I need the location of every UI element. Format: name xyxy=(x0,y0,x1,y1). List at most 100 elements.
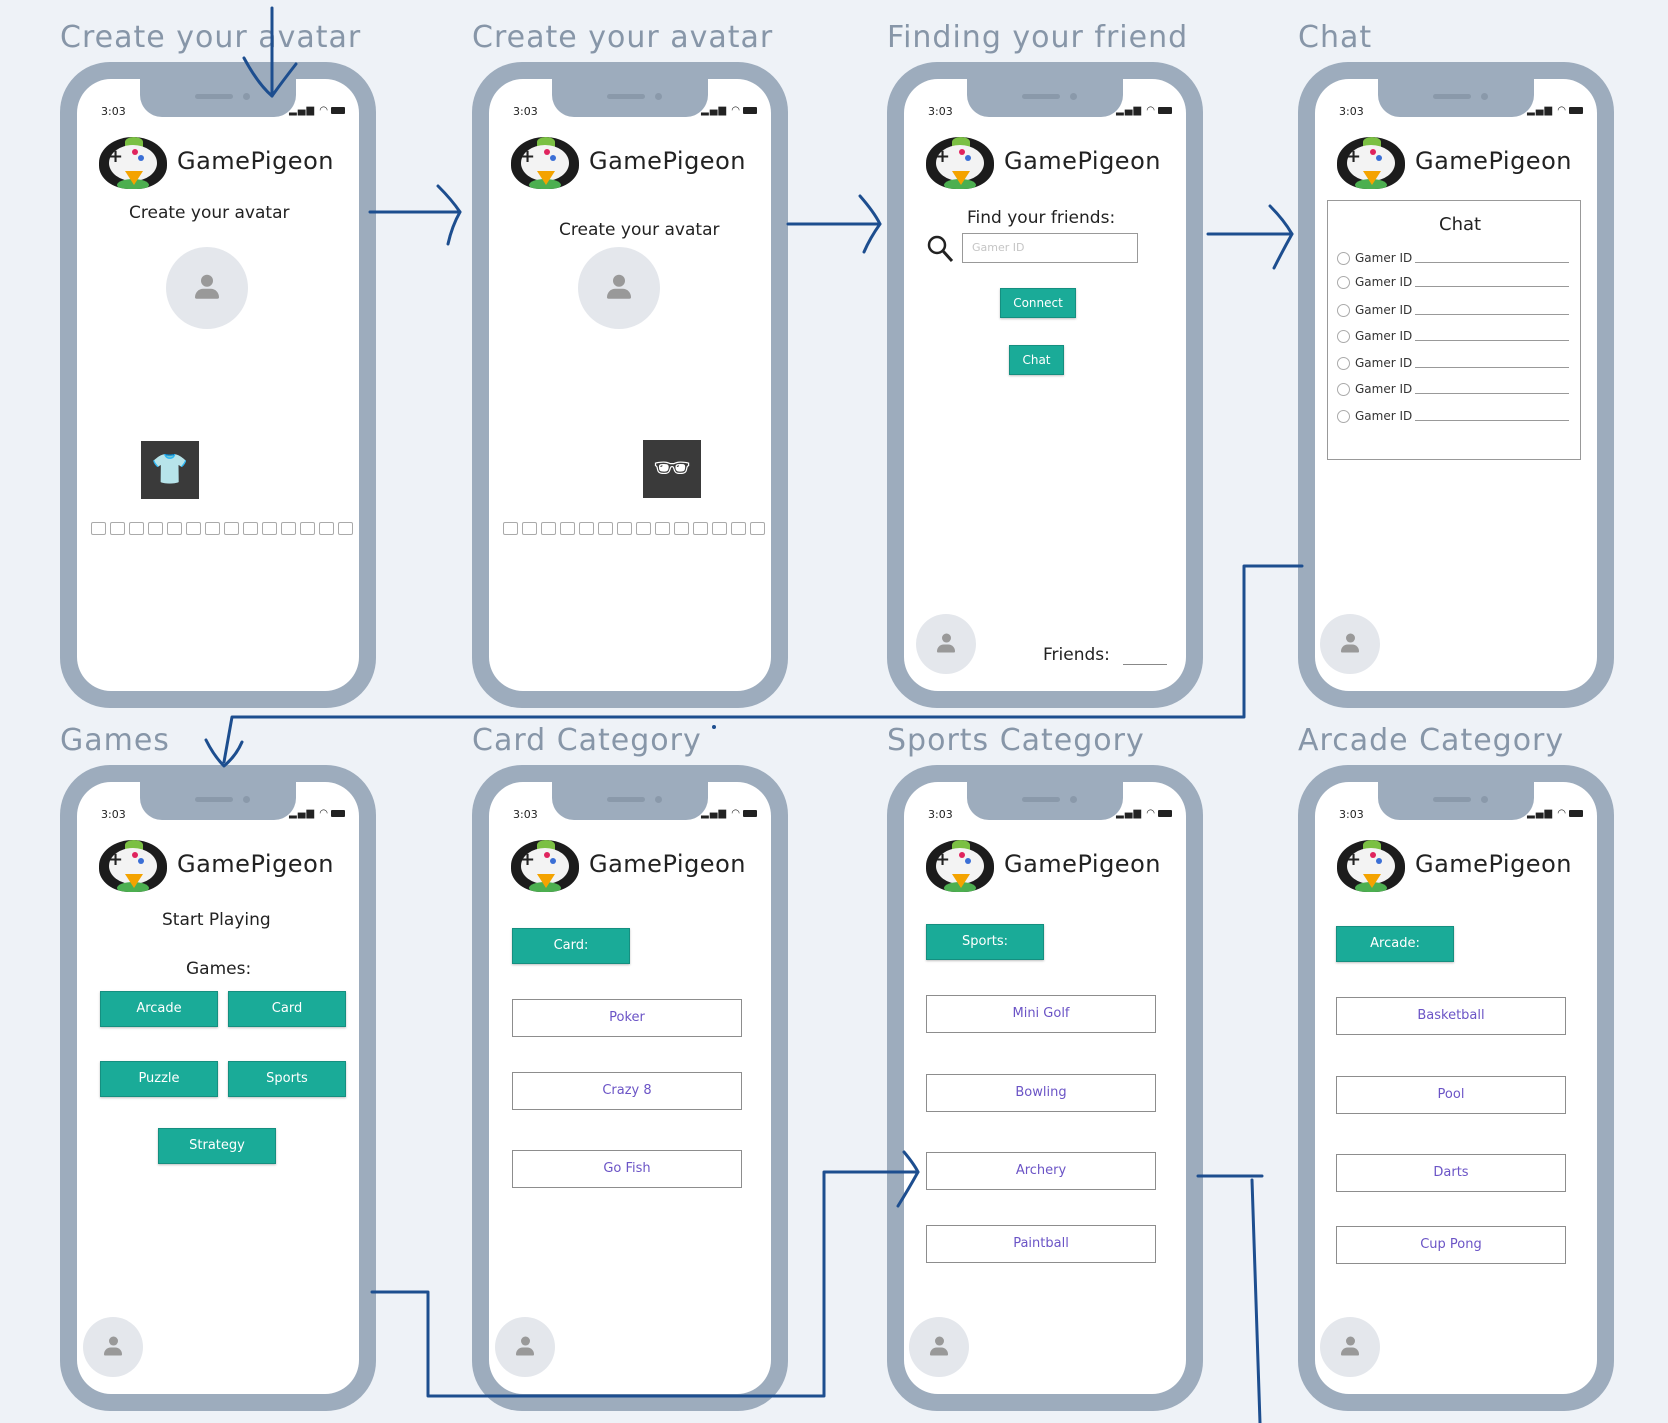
user-icon xyxy=(1341,633,1359,653)
radio-button[interactable] xyxy=(1337,383,1350,396)
stray-dot xyxy=(712,725,716,729)
color-palette[interactable] xyxy=(503,522,765,535)
start-playing-heading: Start Playing xyxy=(162,910,271,930)
status-time: 3:03 xyxy=(928,105,953,118)
phone-notch xyxy=(967,782,1123,820)
profile-avatar-button[interactable] xyxy=(916,614,976,674)
profile-avatar-button[interactable] xyxy=(909,1317,969,1377)
phone-arcade-category: 3:03 ▂▄▆ ◠ + GamePigeon Arcade: Basketba… xyxy=(1298,765,1614,1411)
status-icons: ▂▄▆ ◠ xyxy=(1527,808,1583,819)
frame-title: Arcade Category xyxy=(1298,723,1565,758)
radio-button[interactable] xyxy=(1337,304,1350,317)
go-fish-button[interactable]: Go Fish xyxy=(512,1150,742,1188)
crazy-8-button[interactable]: Crazy 8 xyxy=(512,1072,742,1110)
gamer-id-search-input[interactable]: Gamer ID xyxy=(962,233,1138,263)
app-name: GamePigeon xyxy=(177,850,334,878)
user-icon xyxy=(930,1336,948,1356)
tshirt-icon[interactable]: 👕 xyxy=(141,441,199,499)
profile-avatar-button[interactable] xyxy=(1320,614,1380,674)
phone-chat: 3:03 ▂▄▆ ◠ + GamePigeon Chat Gamer ID Ga… xyxy=(1298,62,1614,708)
cup-pong-button[interactable]: Cup Pong xyxy=(1336,1226,1566,1264)
phone-create-avatar-2: 3:03 ▂▄▆ ◠ + GamePigeon Create your avat… xyxy=(472,62,788,708)
battery-icon xyxy=(1158,809,1172,817)
hat-glasses-glyph: 🕶 xyxy=(652,451,692,486)
radio-button[interactable] xyxy=(1337,357,1350,370)
user-icon xyxy=(104,1336,122,1356)
sports-button[interactable]: Sports xyxy=(228,1061,346,1097)
battery-icon xyxy=(1569,106,1583,114)
chat-button[interactable]: Chat xyxy=(1009,345,1064,375)
arrow-chat-to-games-head xyxy=(204,738,244,768)
battery-icon xyxy=(743,106,757,114)
poker-button[interactable]: Poker xyxy=(512,999,742,1037)
status-icons: ▂▄▆ ◠ xyxy=(289,105,345,116)
frame-title: Card Category xyxy=(472,723,702,758)
radio-button[interactable] xyxy=(1337,252,1350,265)
radio-button[interactable] xyxy=(1337,276,1350,289)
status-time: 3:03 xyxy=(101,808,126,821)
phone-finding-friend: 3:03 ▂▄▆ ◠ + GamePigeon Find your friend… xyxy=(887,62,1203,708)
bowling-button[interactable]: Bowling xyxy=(926,1074,1156,1112)
chat-contact-row[interactable]: Gamer ID xyxy=(1337,275,1569,291)
puzzle-button[interactable]: Puzzle xyxy=(100,1061,218,1097)
battery-icon xyxy=(743,809,757,817)
archery-button[interactable]: Archery xyxy=(926,1152,1156,1190)
hat-glasses-icon[interactable]: 🕶 xyxy=(643,440,701,498)
connect-button[interactable]: Connect xyxy=(1000,288,1076,318)
profile-avatar-button[interactable] xyxy=(1320,1317,1380,1377)
pool-button[interactable]: Pool xyxy=(1336,1076,1566,1114)
phone-create-avatar-1: 3:03 ▂▄▆ ◠ + GamePigeon Create your avat… xyxy=(60,62,376,708)
friends-count-line xyxy=(1123,664,1167,665)
phone-notch xyxy=(1378,79,1534,117)
gamer-id-label: Gamer ID xyxy=(1355,251,1413,265)
app-name: GamePigeon xyxy=(177,147,334,175)
radio-button[interactable] xyxy=(1337,330,1350,343)
phone-screen: 3:03 ▂▄▆ ◠ + GamePigeon Arcade: Basketba… xyxy=(1315,782,1597,1394)
avatar-preview[interactable] xyxy=(166,247,248,329)
sports-category-label: Sports: xyxy=(926,924,1044,960)
gamepigeon-logo: + xyxy=(1337,840,1405,892)
phone-screen: 3:03 ▂▄▆ ◠ + GamePigeon Create your avat… xyxy=(489,79,771,691)
signal-wifi-icon: ▂▄▆ ◠ xyxy=(1116,105,1156,116)
phone-notch xyxy=(552,79,708,117)
card-button[interactable]: Card xyxy=(228,991,346,1027)
status-time: 3:03 xyxy=(101,105,126,118)
darts-button[interactable]: Darts xyxy=(1336,1154,1566,1192)
mini-golf-button[interactable]: Mini Golf xyxy=(926,995,1156,1033)
frame-title: Games xyxy=(60,723,170,758)
signal-wifi-icon: ▂▄▆ ◠ xyxy=(701,808,741,819)
paintball-button[interactable]: Paintball xyxy=(926,1225,1156,1263)
arrow-avatar2-to-friends-head xyxy=(858,194,882,254)
battery-icon xyxy=(331,106,345,114)
basketball-button[interactable]: Basketball xyxy=(1336,997,1566,1035)
frame-title: Chat xyxy=(1298,20,1373,55)
signal-wifi-icon: ▂▄▆ ◠ xyxy=(701,105,741,116)
chat-contact-row[interactable]: Gamer ID xyxy=(1337,303,1569,319)
chat-contact-row[interactable]: Gamer ID xyxy=(1337,409,1569,425)
phone-screen: 3:03 ▂▄▆ ◠ + GamePigeon Start Playing Ga… xyxy=(77,782,359,1394)
screen-heading: Create your avatar xyxy=(559,220,720,240)
chat-contact-row[interactable]: Gamer ID xyxy=(1337,382,1569,398)
strategy-button[interactable]: Strategy xyxy=(158,1128,276,1164)
status-icons: ▂▄▆ ◠ xyxy=(701,105,757,116)
profile-avatar-button[interactable] xyxy=(83,1317,143,1377)
color-palette[interactable] xyxy=(91,522,353,535)
magnifier-icon[interactable] xyxy=(926,234,956,266)
chat-contact-row[interactable]: Gamer ID xyxy=(1337,329,1569,345)
chat-contact-row[interactable]: Gamer ID xyxy=(1337,356,1569,372)
user-icon xyxy=(937,633,955,653)
chat-panel: Chat Gamer ID Gamer ID Gamer ID Gamer ID… xyxy=(1327,200,1581,460)
avatar-preview[interactable] xyxy=(578,247,660,329)
chat-contact-row[interactable]: Gamer ID xyxy=(1337,251,1569,267)
arcade-button[interactable]: Arcade xyxy=(100,991,218,1027)
card-category-label: Card: xyxy=(512,928,630,964)
phone-notch xyxy=(140,79,296,117)
signal-wifi-icon: ▂▄▆ ◠ xyxy=(1116,808,1156,819)
radio-button[interactable] xyxy=(1337,410,1350,423)
phone-card-category: 3:03 ▂▄▆ ◠ + GamePigeon Card: Poker Craz… xyxy=(472,765,788,1411)
battery-icon xyxy=(1569,809,1583,817)
profile-avatar-button[interactable] xyxy=(495,1317,555,1377)
games-subheading: Games: xyxy=(186,959,252,979)
gamepigeon-logo: + xyxy=(511,840,579,892)
status-icons: ▂▄▆ ◠ xyxy=(289,808,345,819)
